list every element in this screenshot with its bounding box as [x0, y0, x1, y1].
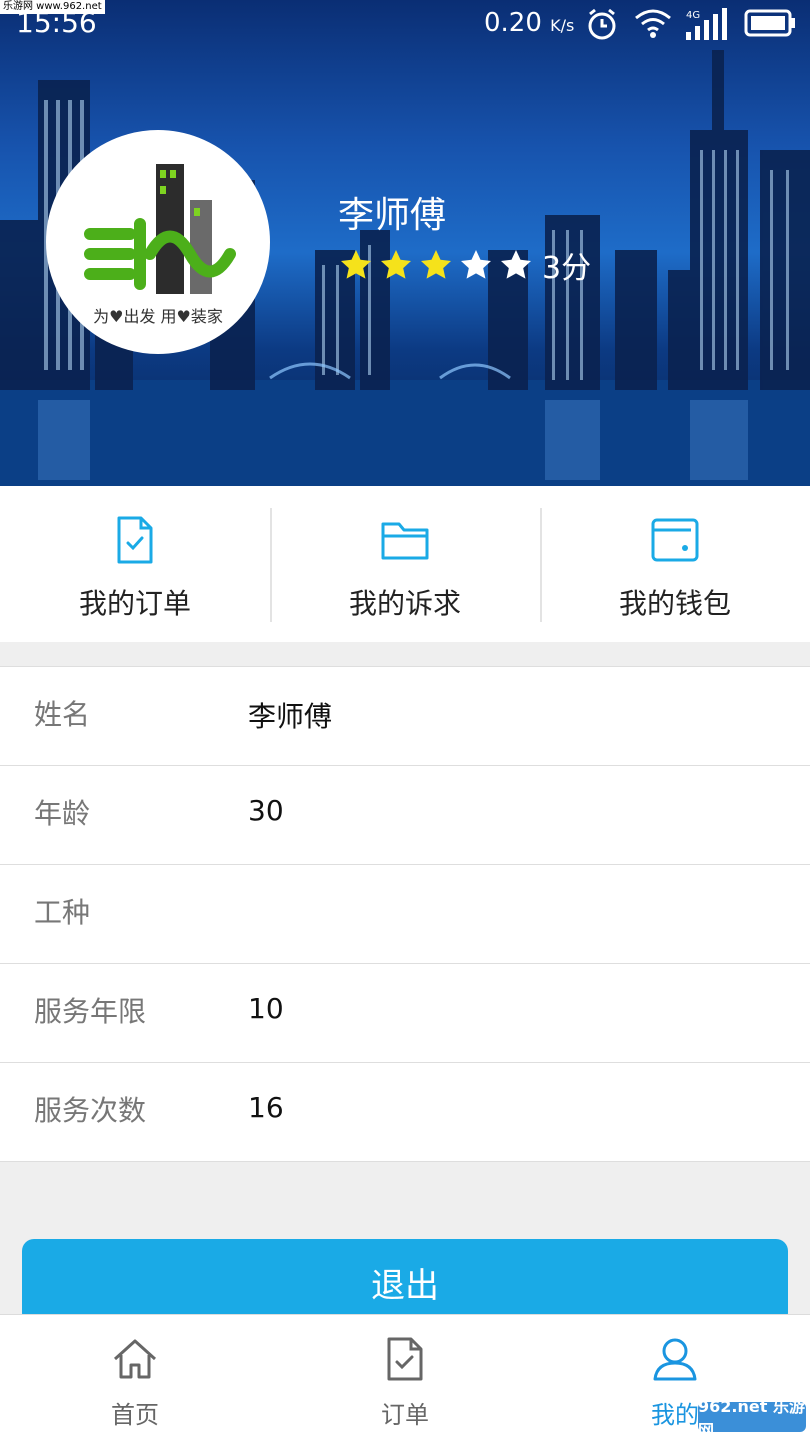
avatar-logo: 为♥出发 用♥装家	[50, 134, 266, 350]
star-empty-icon	[501, 250, 531, 279]
info-row-age: 年龄 30	[0, 766, 810, 865]
info-value: 16	[248, 1091, 284, 1124]
info-label: 工种	[34, 896, 91, 929]
quick-menu: 我的订单 我的诉求 我的钱包	[0, 486, 810, 642]
info-row-name: 姓名 李师傅	[0, 667, 810, 766]
info-label: 年龄	[34, 797, 91, 830]
my-appeals-label: 我的诉求	[348, 587, 461, 620]
network-speed-value: 0.20	[484, 8, 542, 38]
info-row-service-count: 服务次数 16	[0, 1063, 810, 1162]
home-icon	[113, 1339, 157, 1379]
my-orders-label: 我的订单	[78, 587, 191, 620]
star-filled-icon	[341, 250, 371, 279]
star-filled-icon	[421, 250, 451, 279]
tab-orders-label: 订单	[381, 1401, 429, 1429]
avatar[interactable]: 为♥出发 用♥装家	[46, 130, 270, 354]
star-filled-icon	[381, 250, 411, 279]
tab-mine-label: 我的	[651, 1401, 699, 1429]
avatar-slogan: 为♥出发 用♥装家	[93, 307, 223, 326]
info-value: 30	[248, 794, 284, 827]
signal-icon: 4G	[686, 8, 727, 40]
rating-stars: 3分	[338, 246, 592, 286]
profile-name: 李师傅	[338, 195, 447, 236]
profile-info-list: 姓名 李师傅 年龄 30 工种 服务年限 10 服务次数 16	[0, 666, 810, 1162]
tab-orders[interactable]: 订单	[270, 1315, 540, 1440]
alarm-icon	[588, 8, 616, 40]
network-type: 4G	[686, 10, 700, 21]
order-doc-icon	[117, 516, 153, 564]
wifi-icon	[635, 9, 671, 38]
info-row-trade: 工种	[0, 865, 810, 964]
tab-home-label: 首页	[111, 1401, 159, 1429]
my-wallet-label: 我的钱包	[618, 587, 731, 620]
profile-header: 乐游网 www.962.net 15:56 0.20 K/s 4G 为♥出发 用…	[0, 0, 810, 486]
my-orders-button[interactable]: 我的订单	[0, 486, 270, 642]
info-label: 姓名	[34, 698, 91, 731]
logout-button[interactable]: 退出	[22, 1239, 788, 1325]
tab-home[interactable]: 首页	[0, 1315, 270, 1440]
network-speed-unit: K/s	[550, 16, 575, 35]
my-appeals-button[interactable]: 我的诉求	[270, 486, 540, 642]
info-label: 服务年限	[34, 995, 147, 1028]
info-row-service-years: 服务年限 10	[0, 964, 810, 1063]
status-bar: 乐游网 www.962.net 15:56 0.20 K/s 4G	[0, 0, 810, 50]
info-label: 服务次数	[34, 1094, 147, 1127]
info-value: 10	[248, 992, 284, 1025]
info-value: 李师傅	[248, 700, 333, 733]
bottom-tab-bar: 首页 订单 我的	[0, 1314, 810, 1440]
star-empty-icon	[461, 250, 491, 279]
order-icon	[387, 1337, 423, 1381]
network-speed: 0.20 K/s	[484, 8, 574, 38]
folder-icon	[381, 522, 429, 560]
user-icon	[653, 1338, 697, 1381]
status-time: 15:56	[16, 6, 97, 39]
rating-score: 3分	[542, 251, 592, 286]
battery-icon	[744, 9, 795, 37]
watermark-bottom: 962.net 乐游网	[698, 1397, 806, 1440]
wallet-icon	[651, 518, 699, 562]
my-wallet-button[interactable]: 我的钱包	[540, 486, 810, 642]
